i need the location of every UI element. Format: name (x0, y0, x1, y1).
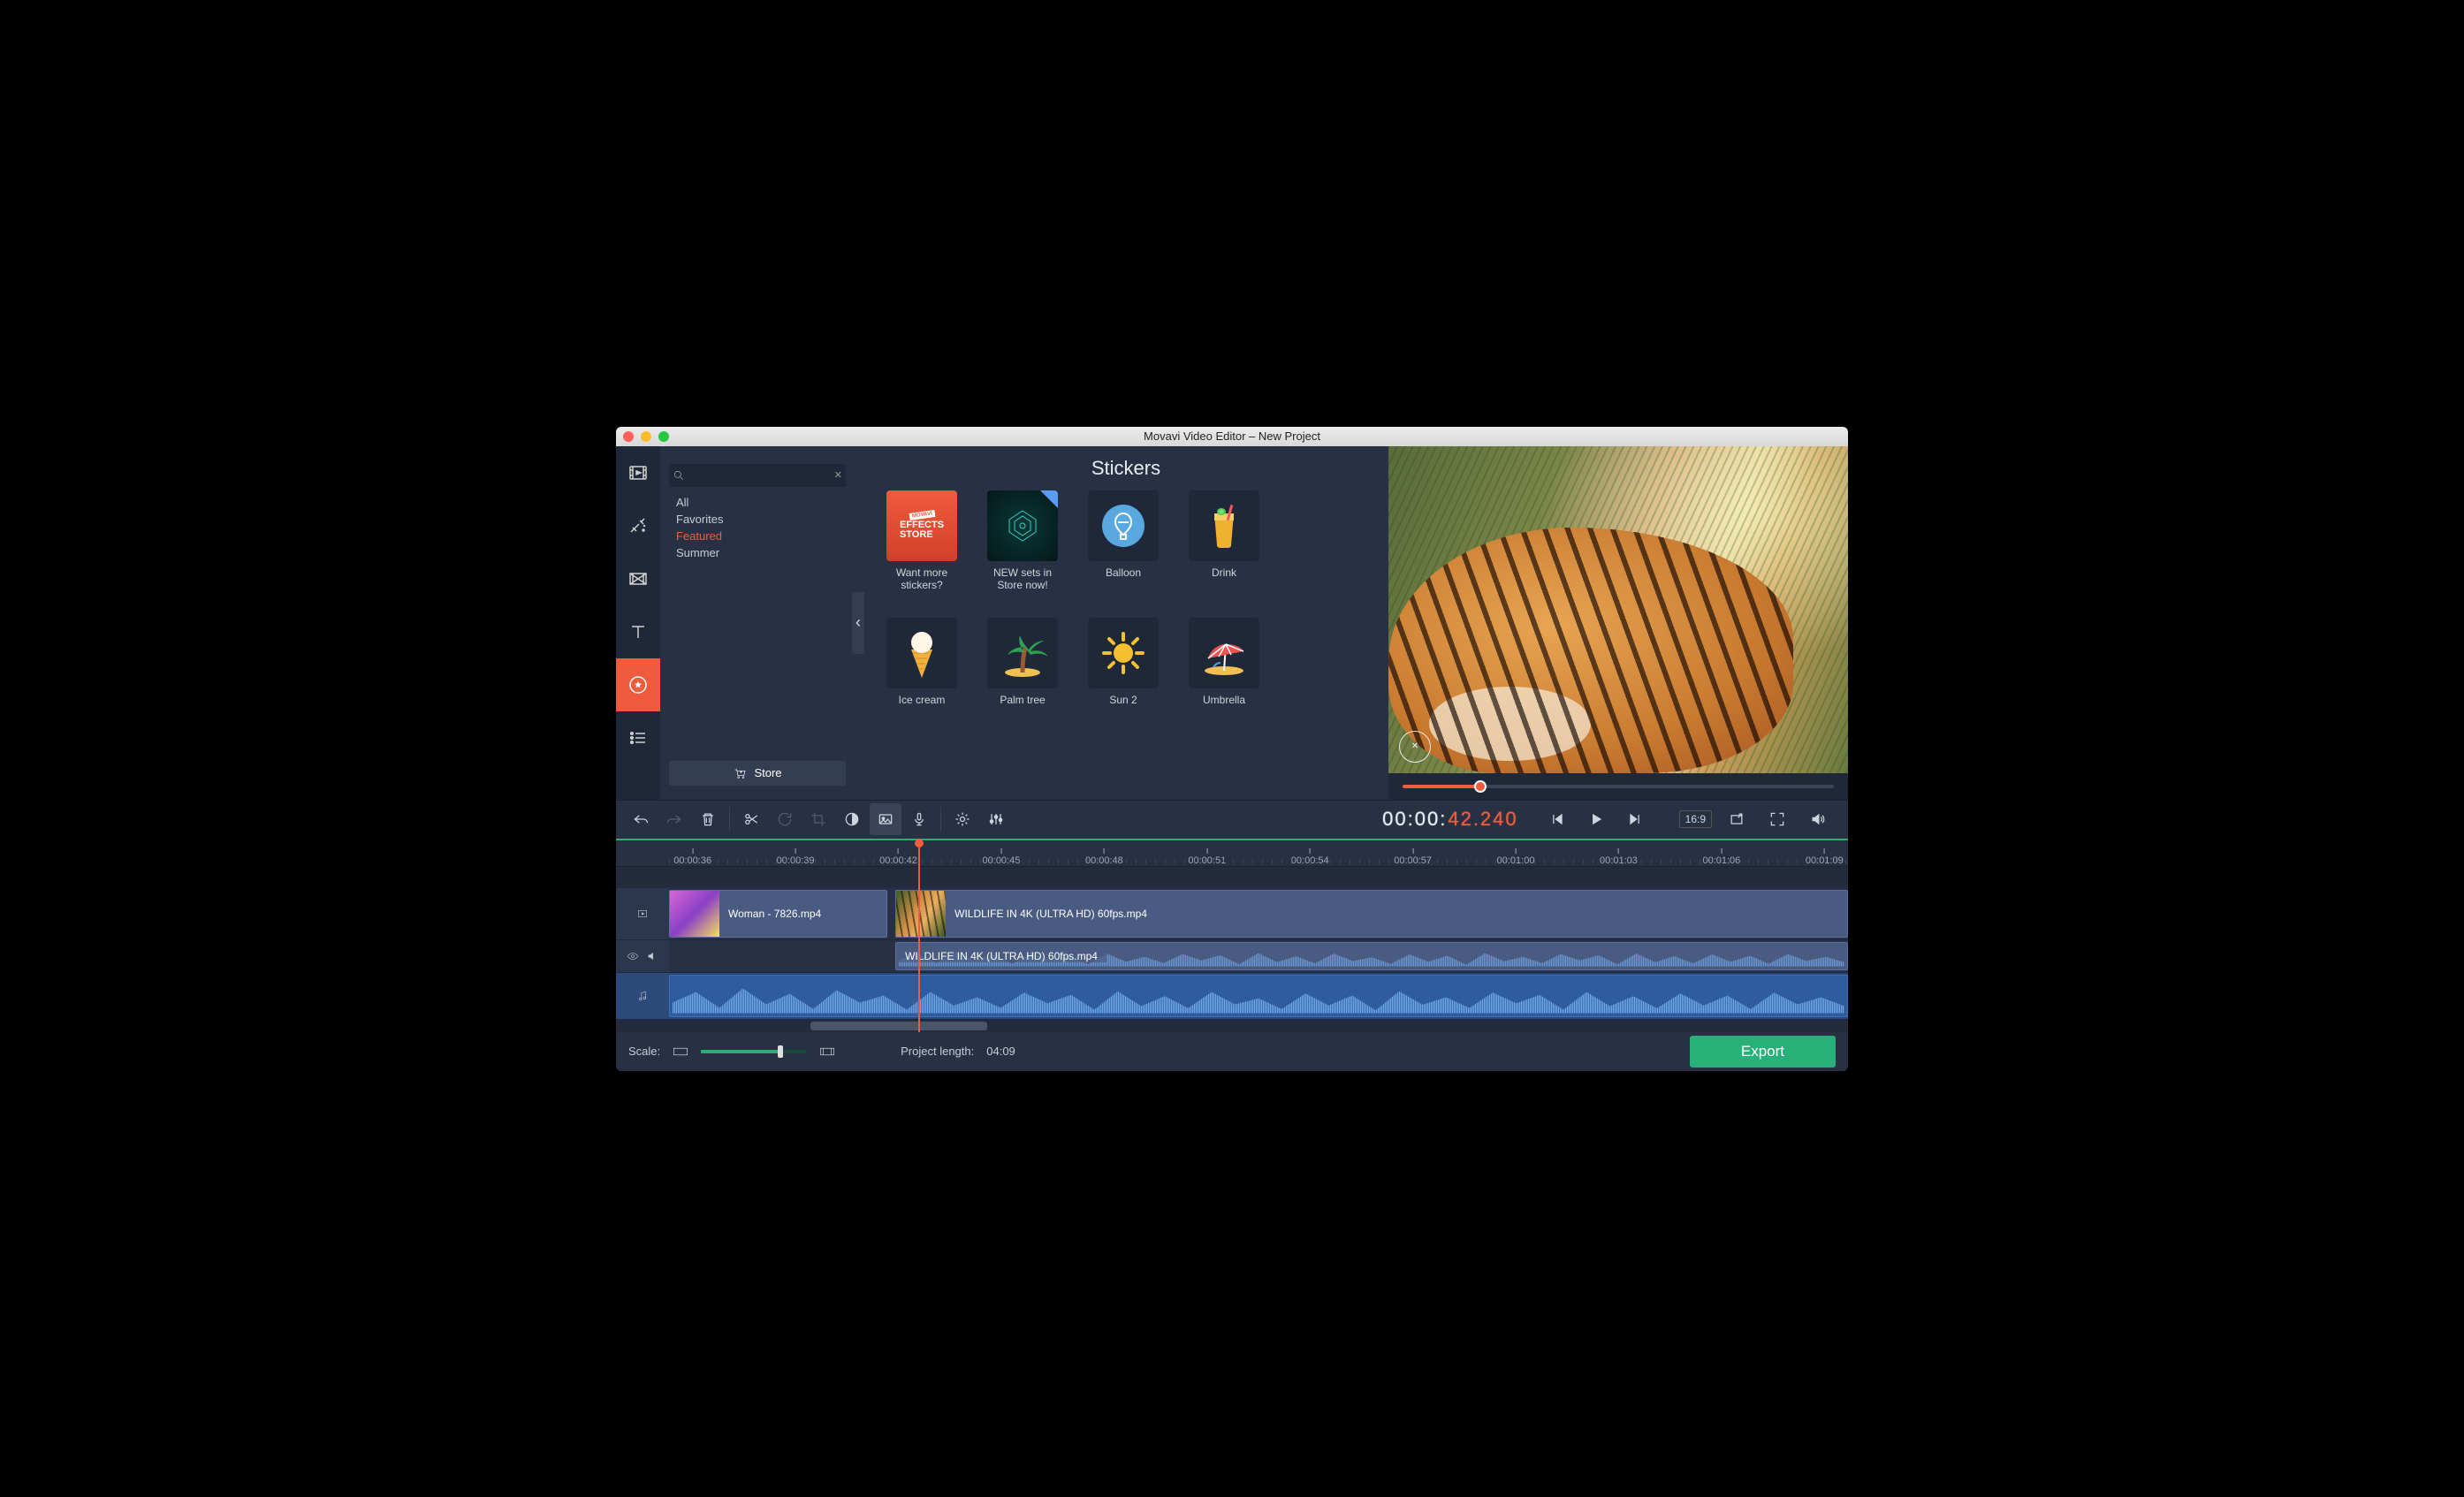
main-area: ✕ AllFavoritesFeaturedSummer Store Stick… (616, 446, 1848, 800)
titlebar: Movavi Video Editor – New Project (616, 427, 1848, 446)
next-frame-button[interactable] (1619, 803, 1651, 835)
linked-audio-track-head[interactable] (616, 940, 669, 972)
color-adjust-button[interactable] (836, 803, 868, 835)
category-summer[interactable]: Summer (676, 544, 863, 561)
store-label: Store (754, 766, 781, 779)
timeline: 00:00:3600:00:3900:00:4200:00:4500:00:48… (616, 839, 1848, 1032)
playback-controls (1541, 803, 1651, 835)
linked-audio-clip[interactable]: WILDLIFE IN 4K (ULTRA HD) 60fps.mp4 (895, 942, 1848, 970)
scale-label: Scale: (628, 1045, 660, 1058)
window-title: Movavi Video Editor – New Project (616, 429, 1848, 443)
nav-titles[interactable] (616, 605, 660, 658)
nav-transitions[interactable] (616, 552, 660, 605)
video-track-head[interactable] (616, 888, 669, 939)
split-button[interactable] (735, 803, 767, 835)
sticker-grid: MOVAVIEFFECTSSTOREWant more stickers? NEW… (881, 490, 1371, 719)
linked-audio-track: WILDLIFE IN 4K (ULTRA HD) 60fps.mp4 (616, 940, 1848, 973)
collapse-panel-button[interactable] (852, 592, 864, 654)
category-panel: ✕ AllFavoritesFeaturedSummer Store (660, 446, 863, 800)
settings-button[interactable] (947, 803, 978, 835)
sticker-label: Ice cream (899, 694, 946, 718)
search-clear-icon[interactable]: ✕ (834, 469, 842, 481)
audio-track-head[interactable] (616, 973, 669, 1019)
delete-button[interactable] (692, 803, 724, 835)
zoom-in-icon[interactable] (819, 1045, 835, 1058)
left-toolbar (616, 446, 660, 800)
nav-filters[interactable] (616, 499, 660, 552)
preview-controls: 16:9 (1679, 803, 1834, 835)
record-audio-button[interactable] (903, 803, 935, 835)
prev-frame-button[interactable] (1541, 803, 1573, 835)
sticker-drink[interactable]: Drink (1183, 490, 1265, 592)
footer: Scale: Project length: 04:09 Export (616, 1032, 1848, 1071)
nav-more[interactable] (616, 711, 660, 764)
category-favorites[interactable]: Favorites (676, 511, 863, 528)
sticker-icecream[interactable]: Ice cream (881, 618, 962, 718)
project-length-value: 04:09 (986, 1045, 1015, 1058)
audio-track (616, 973, 1848, 1020)
gallery-title: Stickers (881, 457, 1371, 480)
fullscreen-button[interactable] (1761, 803, 1793, 835)
sticker-label: Palm tree (1000, 694, 1045, 718)
nav-media[interactable] (616, 446, 660, 499)
timecode-display: 00:00:42.240 (1382, 808, 1517, 831)
music-clip[interactable] (669, 975, 1848, 1017)
app-window: Movavi Video Editor – New Project ✕ AllF… (616, 427, 1848, 1071)
crop-button[interactable] (802, 803, 834, 835)
store-button[interactable]: Store (669, 761, 846, 786)
speaker-icon (646, 950, 658, 962)
undo-button[interactable] (625, 803, 657, 835)
zoom-slider[interactable] (701, 1050, 807, 1053)
category-all[interactable]: All (676, 494, 863, 511)
redo-button[interactable] (658, 803, 690, 835)
clip-properties-button[interactable] (870, 803, 901, 835)
sticker-label: Sun 2 (1109, 694, 1137, 718)
detach-preview-button[interactable] (1721, 803, 1753, 835)
category-list: AllFavoritesFeaturedSummer (669, 494, 863, 756)
scrollbar-thumb[interactable] (810, 1022, 987, 1030)
sticker-label: Balloon (1106, 566, 1141, 591)
sticker-label: NEW sets in Store now! (982, 566, 1063, 592)
category-featured[interactable]: Featured (676, 528, 863, 544)
sticker-want-more[interactable]: MOVAVIEFFECTSSTOREWant more stickers? (881, 490, 962, 592)
sticker-new-sets[interactable]: NEW sets in Store now! (982, 490, 1063, 592)
preview-viewport[interactable]: ✕ (1388, 446, 1848, 773)
video-clip-1[interactable]: Woman - 7826.mp4 (669, 890, 887, 938)
zoom-out-icon[interactable] (673, 1045, 688, 1058)
sticker-label: Umbrella (1203, 694, 1245, 718)
sticker-balloon[interactable]: Balloon (1083, 490, 1164, 592)
toolbar: 00:00:42.240 16:9 (616, 800, 1848, 839)
preview-seekbar[interactable] (1388, 773, 1848, 800)
time-ruler[interactable]: 00:00:3600:00:3900:00:4200:00:4500:00:48… (616, 840, 1848, 867)
sticker-label: Want more stickers? (881, 566, 962, 592)
search-input[interactable] (690, 469, 831, 482)
play-button[interactable] (1580, 803, 1612, 835)
sticker-gallery: Stickers MOVAVIEFFECTSSTOREWant more sti… (863, 446, 1388, 800)
volume-button[interactable] (1802, 803, 1834, 835)
cart-icon (733, 766, 747, 780)
eye-icon (627, 950, 639, 962)
preview-panel: ✕ (1388, 446, 1848, 800)
seek-thumb[interactable] (1474, 780, 1487, 793)
project-length-label: Project length: (901, 1045, 974, 1058)
search-icon (673, 469, 685, 482)
sticker-palmtree[interactable]: Palm tree (982, 618, 1063, 718)
rotate-button[interactable] (769, 803, 801, 835)
sticker-umbrella[interactable]: Umbrella (1183, 618, 1265, 718)
video-clip-2[interactable]: ★ WILDLIFE IN 4K (ULTRA HD) 60fps.mp4 (895, 890, 1848, 938)
equalizer-button[interactable] (980, 803, 1012, 835)
watermark-badge: ✕ (1399, 731, 1431, 763)
sticker-sun2[interactable]: Sun 2 (1083, 618, 1164, 718)
timeline-scrollbar[interactable] (669, 1020, 1848, 1032)
video-track: Woman - 7826.mp4 ★ WILDLIFE IN 4K (ULTRA… (616, 888, 1848, 940)
search-box[interactable]: ✕ (669, 464, 846, 487)
sticker-label: Drink (1212, 566, 1236, 591)
aspect-ratio-button[interactable]: 16:9 (1679, 810, 1712, 828)
export-button[interactable]: Export (1690, 1036, 1836, 1068)
nav-stickers[interactable] (616, 658, 660, 711)
